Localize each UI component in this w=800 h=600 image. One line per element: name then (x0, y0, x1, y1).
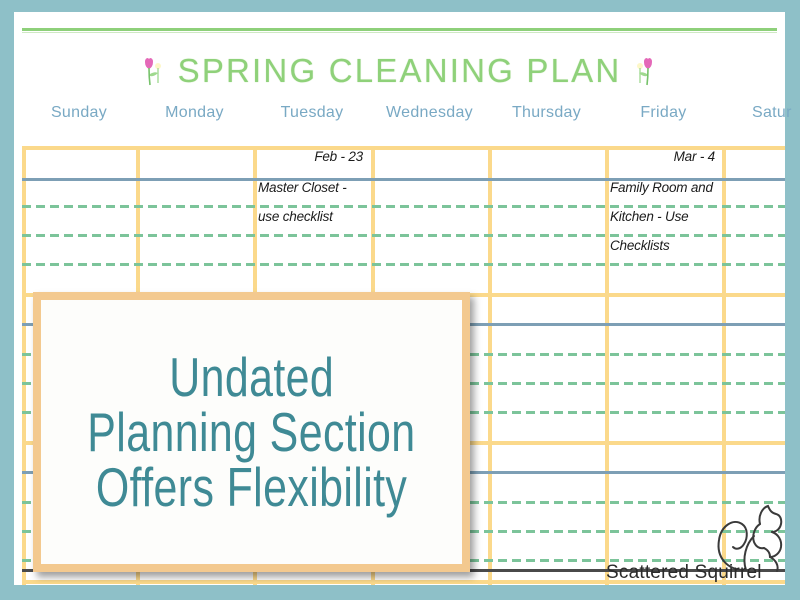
squirrel-icon (717, 504, 783, 572)
entry-note-line: Checklists (610, 238, 670, 253)
column-divider (488, 146, 492, 585)
brand-name: Scattered Squirrel (606, 562, 762, 583)
day-header-thursday: Thursday (511, 104, 582, 121)
entry-note-line: use checklist (258, 209, 333, 224)
day-header-row: Sunday Monday Tuesday Wednesday Thursday… (0, 104, 800, 132)
day-header-saturday: Satur (752, 104, 792, 121)
entry-date: Mar - 4 (673, 149, 716, 164)
note-line (22, 234, 785, 237)
caption-line-2: Planning Section (87, 400, 416, 463)
caption-card-inner: Undated Planning Section Offers Flexibil… (41, 300, 462, 564)
entry-note-line: Family Room and (610, 180, 713, 195)
caption-card: Undated Planning Section Offers Flexibil… (33, 292, 470, 572)
entry-note-line: Master Closet - (258, 180, 347, 195)
screenshot-root: SPRING CLEANING PLAN Scattered Squirrel … (0, 0, 800, 600)
caption-line-1: Undated (169, 345, 334, 408)
entry-note-line: Kitchen - Use (610, 209, 689, 224)
day-header-tuesday: Tuesday (280, 104, 344, 121)
day-header-sunday: Sunday (50, 104, 108, 121)
note-line (22, 263, 785, 266)
column-divider (22, 146, 26, 585)
day-header-friday: Friday (640, 104, 687, 121)
day-header-wednesday: Wednesday (386, 104, 473, 121)
caption-line-3: Offers Flexibility (95, 455, 408, 518)
entry-date: Feb - 23 (314, 149, 363, 164)
day-header-monday: Monday (165, 104, 224, 121)
brand-logo: Scattered Squirrel (606, 494, 785, 585)
